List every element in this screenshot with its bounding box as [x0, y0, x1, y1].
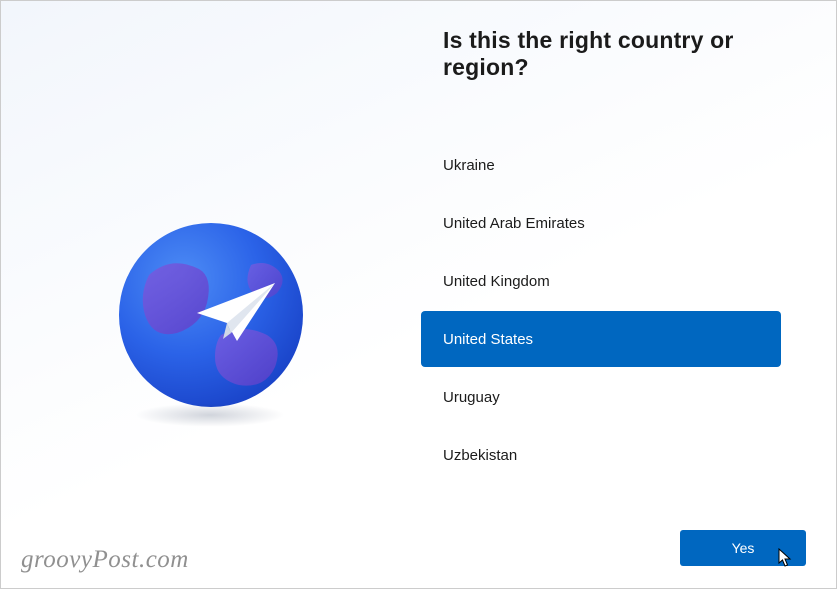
country-item-uk[interactable]: United Kingdom — [421, 253, 781, 309]
globe-paperplane-icon — [111, 215, 311, 415]
globe-shadow — [135, 403, 285, 427]
illustration-pane — [1, 1, 421, 588]
country-item-uzbekistan[interactable]: Uzbekistan — [421, 427, 781, 483]
content-pane: Is this the right country or region? Ukr… — [421, 1, 836, 588]
country-label: United Kingdom — [443, 273, 550, 290]
country-item-us[interactable]: United States — [421, 311, 781, 367]
yes-button[interactable]: Yes — [680, 530, 806, 566]
country-label: Ukraine — [443, 157, 495, 174]
country-item-ukraine[interactable]: Ukraine — [421, 137, 781, 193]
country-label: Uruguay — [443, 389, 500, 406]
country-item-uae[interactable]: United Arab Emirates — [421, 195, 781, 251]
country-label: United States — [443, 331, 533, 348]
country-item-uruguay[interactable]: Uruguay — [421, 369, 781, 425]
country-label: United Arab Emirates — [443, 215, 585, 232]
layout: Is this the right country or region? Ukr… — [1, 1, 836, 588]
country-list[interactable]: Ukraine United Arab Emirates United King… — [421, 137, 781, 485]
country-label: Uzbekistan — [443, 447, 517, 464]
page-title: Is this the right country or region? — [421, 27, 800, 81]
watermark-text: groovyPost.com — [21, 546, 189, 574]
oobe-window: Is this the right country or region? Ukr… — [0, 0, 837, 589]
